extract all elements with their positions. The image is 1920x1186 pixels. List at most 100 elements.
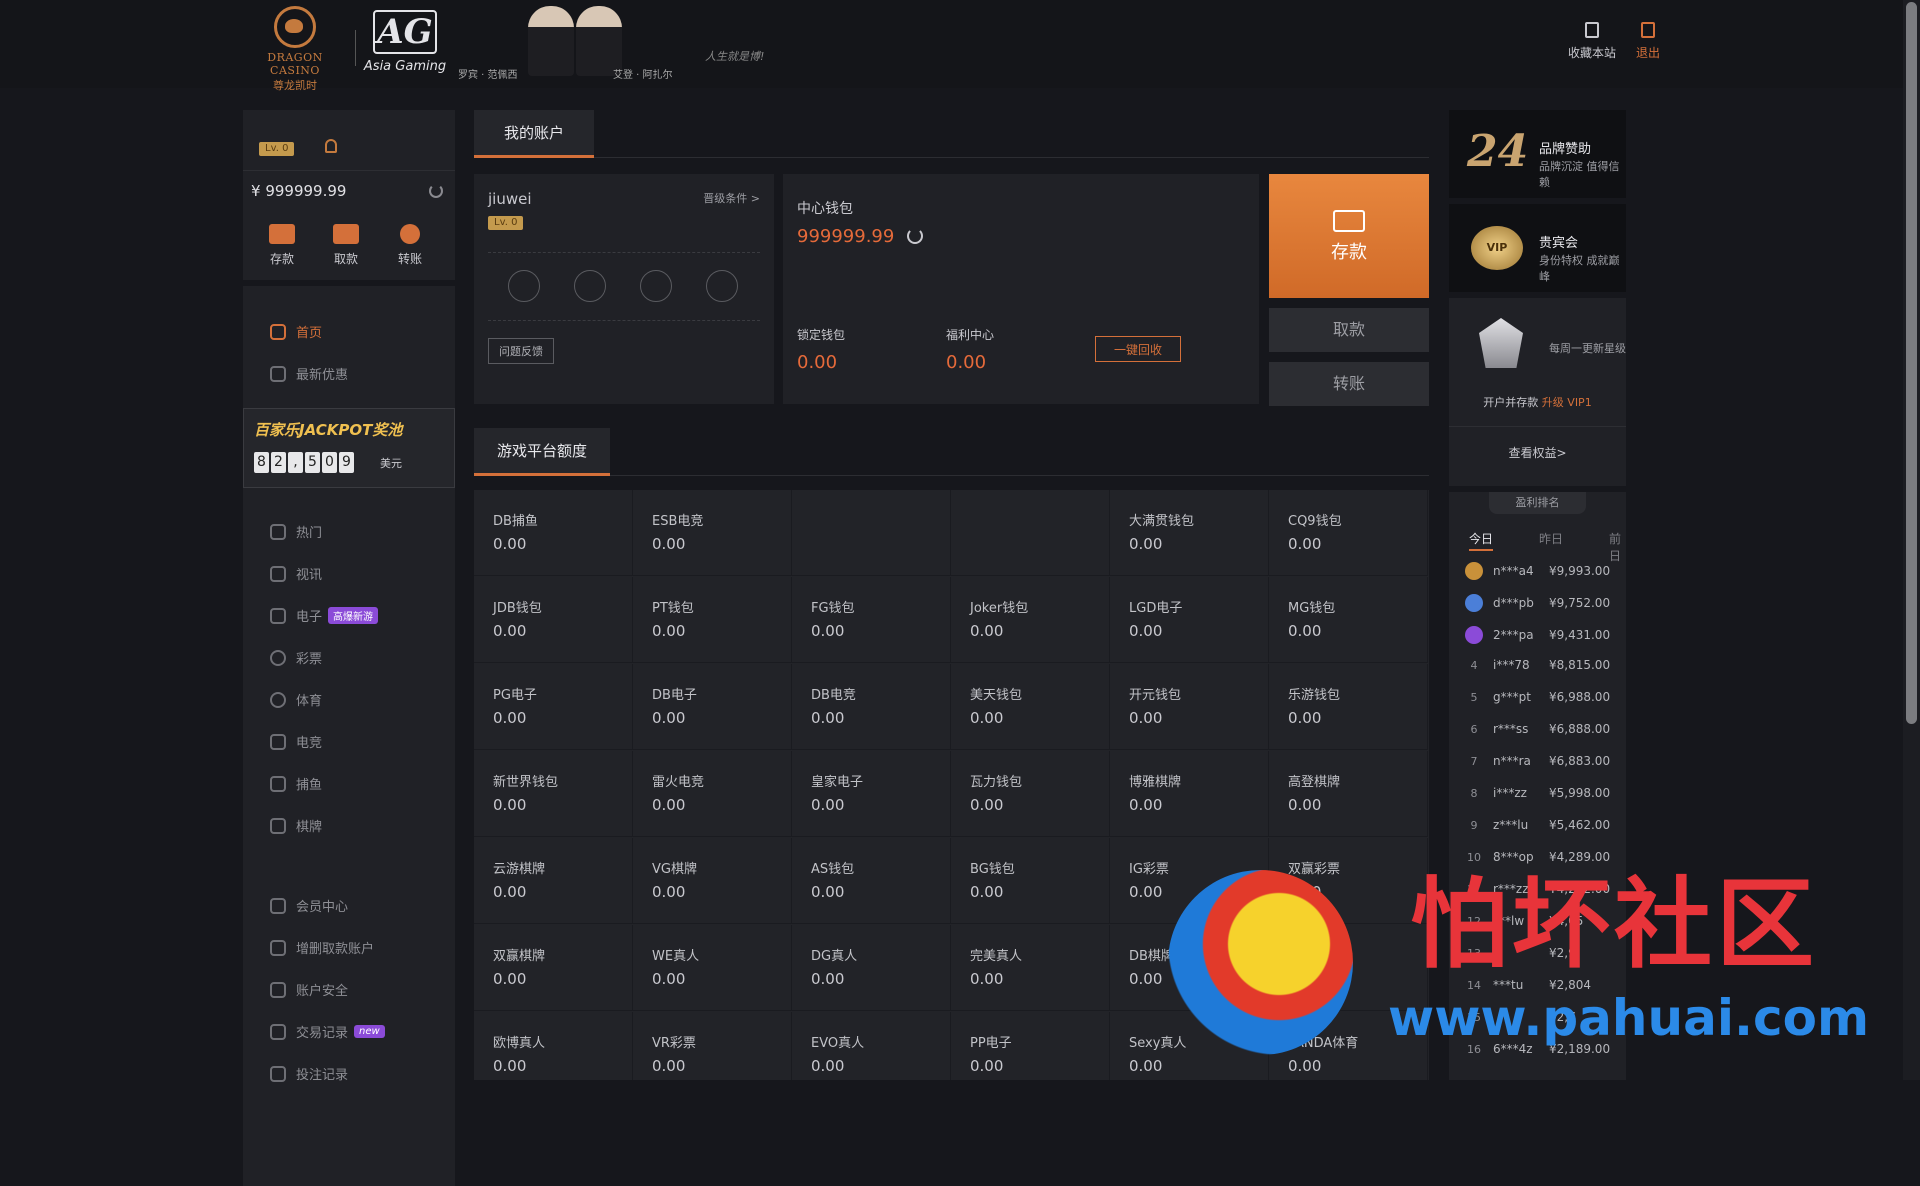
platform-wallet-cell[interactable] <box>1269 925 1428 1011</box>
transfer-button[interactable]: 转账 <box>1269 362 1429 406</box>
nav-sports[interactable]: 体育 <box>270 690 322 709</box>
deposit-quick-button[interactable]: 存款 <box>257 224 307 267</box>
nav-hot[interactable]: 热门 <box>270 522 322 541</box>
nav-cards-label: 棋牌 <box>296 820 323 835</box>
nav-promotions[interactable]: 最新优惠 <box>270 364 348 383</box>
platform-wallet-cell[interactable]: IG彩票 0.00 <box>1110 838 1269 924</box>
platform-wallet-cell[interactable]: 双赢棋牌 0.00 <box>474 925 633 1011</box>
platform-balance: 0.00 <box>970 970 1004 988</box>
withdraw-quick-button[interactable]: 取款 <box>321 224 371 267</box>
platform-wallet-cell[interactable]: 双赢彩票 0.00 <box>1269 838 1428 924</box>
platform-wallet-cell[interactable]: LGD电子 0.00 <box>1110 577 1269 663</box>
platform-wallet-cell[interactable]: 欧博真人 0.00 <box>474 1012 633 1080</box>
ranking-row: n***a4 ¥9,993.00 <box>1465 562 1610 580</box>
bank-card-verify-icon[interactable] <box>706 270 738 302</box>
brand-sponsor-banner[interactable]: 24 品牌赞助 品牌沉淀 值得信赖 <box>1449 110 1626 198</box>
nav-slots[interactable]: 电子 高爆新游 <box>270 606 379 625</box>
platform-wallet-cell[interactable]: CQ9钱包 0.00 <box>1269 490 1428 576</box>
platform-wallet-cell[interactable]: DB电竞 0.00 <box>792 664 951 750</box>
platform-wallet-cell[interactable]: VR彩票 0.00 <box>633 1012 792 1080</box>
platform-wallet-cell[interactable]: ESB电竞 0.00 <box>633 490 792 576</box>
tab-my-account[interactable]: 我的账户 <box>474 110 594 158</box>
nav-member-center[interactable]: 会员中心 <box>270 896 348 915</box>
platform-wallet-cell[interactable]: 新世界钱包 0.00 <box>474 751 633 837</box>
nav-security[interactable]: 账户安全 <box>270 980 348 999</box>
rank-medal-icon <box>1465 626 1483 644</box>
platform-wallet-cell[interactable]: VG棋牌 0.00 <box>633 838 792 924</box>
platform-wallet-cell[interactable]: FG钱包 0.00 <box>792 577 951 663</box>
platform-wallet-cell[interactable]: 美天钱包 0.00 <box>951 664 1110 750</box>
platform-wallet-cell[interactable]: MG钱包 0.00 <box>1269 577 1428 663</box>
platform-wallet-cell[interactable]: WE真人 0.00 <box>633 925 792 1011</box>
transfer-quick-button[interactable]: 转账 <box>385 224 435 267</box>
logout-button[interactable]: 退出 <box>1636 22 1660 61</box>
refresh-icon[interactable] <box>907 228 923 244</box>
platform-wallet-cell[interactable]: 完美真人 0.00 <box>951 925 1110 1011</box>
vip-club-banner[interactable]: VIP 贵宾会 身份特权 成就巅峰 <box>1449 204 1626 292</box>
page-scrollbar[interactable] <box>1903 0 1920 1080</box>
bell-icon[interactable] <box>325 139 337 153</box>
platform-wallet-cell[interactable]: 大满贯钱包 0.00 <box>1110 490 1269 576</box>
platform-wallet-cell[interactable]: DG真人 0.00 <box>792 925 951 1011</box>
platform-wallet-cell[interactable]: 雷火电竞 0.00 <box>633 751 792 837</box>
scrollbar-thumb[interactable] <box>1906 2 1917 724</box>
fire-icon <box>270 523 286 540</box>
nav-esports[interactable]: 电竞 <box>270 732 322 751</box>
platform-wallet-cell[interactable]: 云游棋牌 0.00 <box>474 838 633 924</box>
rank-amount: ¥4,05 <box>1549 914 1584 928</box>
ranking-tab-day-before[interactable]: 前日 <box>1609 530 1626 564</box>
nav-home[interactable]: 首页 <box>270 322 322 341</box>
tab-platform-balances[interactable]: 游戏平台额度 <box>474 428 610 476</box>
upgrade-conditions-link[interactable]: 晋级条件 > <box>703 190 760 206</box>
platform-wallet-cell[interactable]: AS钱包 0.00 <box>792 838 951 924</box>
nav-bet-records[interactable]: 投注记录 <box>270 1064 348 1083</box>
refresh-icon[interactable] <box>429 184 443 198</box>
platform-wallet-cell[interactable]: DB捕鱼 0.00 <box>474 490 633 576</box>
nav-transactions[interactable]: 交易记录 new <box>270 1022 385 1041</box>
nav-withdraw-accounts[interactable]: 增删取款账户 <box>270 938 374 957</box>
nav-cards[interactable]: 棋牌 <box>270 816 322 835</box>
platform-wallet-cell[interactable]: PT钱包 0.00 <box>633 577 792 663</box>
platform-wallet-cell[interactable]: DB电子 0.00 <box>633 664 792 750</box>
platform-wallet-cell[interactable]: 皇家电子 0.00 <box>792 751 951 837</box>
platform-wallet-cell[interactable]: PP电子 0.00 <box>951 1012 1110 1080</box>
id-verify-icon[interactable] <box>508 270 540 302</box>
deposit-button[interactable]: 存款 <box>1269 174 1429 298</box>
platform-wallet-cell[interactable]: PG电子 0.00 <box>474 664 633 750</box>
nav-live[interactable]: 视讯 <box>270 564 322 583</box>
jackpot-banner[interactable]: 百家乐JACKPOT奖池 8 2 , 5 0 9 美元 <box>243 408 455 488</box>
platform-wallet-cell[interactable] <box>951 490 1110 576</box>
platform-wallet-cell[interactable] <box>792 490 951 576</box>
platform-wallet-cell[interactable]: 乐游钱包 0.00 <box>1269 664 1428 750</box>
platform-wallet-cell[interactable]: BG钱包 0.00 <box>951 838 1110 924</box>
ranking-tab-today[interactable]: 今日 <box>1469 530 1494 551</box>
platform-wallet-cell[interactable]: 博雅棋牌 0.00 <box>1110 751 1269 837</box>
phone-verify-icon[interactable] <box>640 270 672 302</box>
platform-wallet-cell[interactable]: JDB钱包 0.00 <box>474 577 633 663</box>
platform-wallet-cell[interactable]: 开元钱包 0.00 <box>1110 664 1269 750</box>
platform-name: 大满贯钱包 <box>1129 514 1195 529</box>
email-verify-icon[interactable] <box>574 270 606 302</box>
bookmark-button[interactable]: 收藏本站 <box>1568 22 1616 61</box>
platform-wallet-cell[interactable]: EVO真人 0.00 <box>792 1012 951 1080</box>
platform-wallet-cell[interactable]: 瓦力钱包 0.00 <box>951 751 1110 837</box>
platform-name: MG钱包 <box>1288 601 1336 616</box>
rank-user: ***tu <box>1493 978 1524 992</box>
platform-name: 高登棋牌 <box>1288 775 1341 790</box>
platform-wallet-cell[interactable]: PANDA体育 0.00 <box>1269 1012 1428 1080</box>
feedback-button[interactable]: 问题反馈 <box>488 338 554 364</box>
document-icon <box>270 1065 286 1082</box>
platform-wallet-cell[interactable]: Joker钱包 0.00 <box>951 577 1110 663</box>
ranking-tab-yesterday[interactable]: 昨日 <box>1539 530 1563 547</box>
tab-divider <box>610 475 1429 476</box>
nav-fishing[interactable]: 捕鱼 <box>270 774 322 793</box>
dragon-casino-logo[interactable]: DRAGON CASINO 尊龙凯时 <box>243 6 347 92</box>
view-benefits-link[interactable]: 查看权益> <box>1449 444 1626 461</box>
withdraw-button[interactable]: 取款 <box>1269 308 1429 352</box>
platform-wallet-cell[interactable]: Sexy真人 0.00 <box>1110 1012 1269 1080</box>
nav-lottery[interactable]: 彩票 <box>270 648 322 667</box>
platform-balance: 0.00 <box>970 796 1004 814</box>
platform-wallet-cell[interactable]: 高登棋牌 0.00 <box>1269 751 1428 837</box>
one-click-recall-button[interactable]: 一键回收 <box>1095 336 1181 362</box>
platform-wallet-cell[interactable]: DB棋牌 0.00 <box>1110 925 1269 1011</box>
